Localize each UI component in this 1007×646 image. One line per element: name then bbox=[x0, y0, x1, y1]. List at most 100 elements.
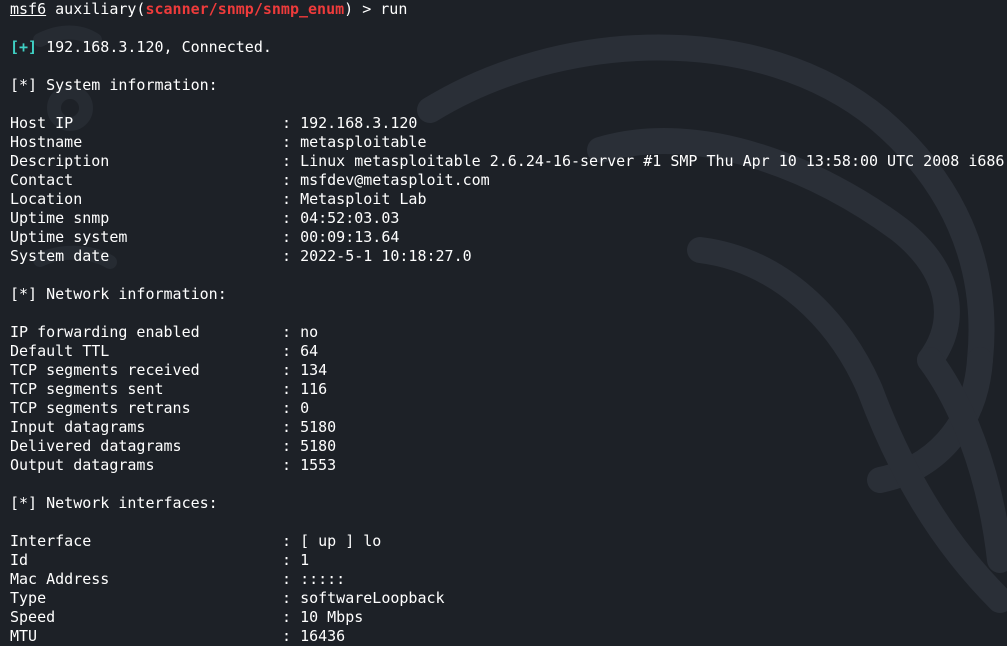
info-value: 04:52:03.03 bbox=[300, 209, 400, 227]
info-row: Default TTL: 64 bbox=[10, 342, 1004, 361]
info-key: MTU bbox=[10, 627, 38, 645]
info-key: Speed bbox=[10, 608, 56, 626]
info-key: Interface bbox=[10, 532, 92, 550]
info-separator: : bbox=[282, 399, 301, 417]
command-prompt: msf6 auxiliary(scanner/snmp/snmp_enum) >… bbox=[10, 0, 1004, 19]
info-key: Mac Address bbox=[10, 570, 110, 588]
info-separator: : bbox=[282, 342, 301, 360]
connected-line: [+] 192.168.3.120, Connected. bbox=[10, 38, 1004, 57]
info-value: no bbox=[300, 323, 319, 341]
info-key: Contact bbox=[10, 171, 74, 189]
info-value: 00:09:13.64 bbox=[300, 228, 400, 246]
prompt-command: run bbox=[380, 0, 408, 18]
info-value: msfdev@metasploit.com bbox=[300, 171, 490, 189]
info-key: IP forwarding enabled bbox=[10, 323, 200, 341]
info-row: Contact: msfdev@metasploit.com bbox=[10, 171, 1004, 190]
info-separator: : bbox=[282, 133, 301, 151]
info-value: metasploitable bbox=[300, 133, 427, 151]
terminal-output: msf6 auxiliary(scanner/snmp/snmp_enum) >… bbox=[10, 0, 1004, 646]
info-separator: : bbox=[282, 437, 301, 455]
info-key: Id bbox=[10, 551, 29, 569]
info-value: 10 Mbps bbox=[300, 608, 364, 626]
info-value: 64 bbox=[300, 342, 319, 360]
info-row: TCP segments retrans: 0 bbox=[10, 399, 1004, 418]
info-row: System date: 2022-5-1 10:18:27.0 bbox=[10, 247, 1004, 266]
info-row: Type: softwareLoopback bbox=[10, 589, 1004, 608]
info-key: TCP segments sent bbox=[10, 380, 164, 398]
connected-text: 192.168.3.120, Connected. bbox=[37, 38, 272, 56]
info-key: Description bbox=[10, 152, 110, 170]
info-separator: : bbox=[282, 380, 301, 398]
info-value: 1 bbox=[300, 551, 310, 569]
info-value: Metasploit Lab bbox=[300, 190, 427, 208]
info-separator: : bbox=[282, 323, 301, 341]
info-value: 16436 bbox=[300, 627, 346, 645]
info-separator: : bbox=[282, 190, 301, 208]
info-separator: : bbox=[282, 361, 301, 379]
prompt-suffix: ) > bbox=[344, 0, 381, 18]
prompt-user: msf6 bbox=[10, 0, 47, 18]
info-row: TCP segments sent: 116 bbox=[10, 380, 1004, 399]
info-row: Id: 1 bbox=[10, 551, 1004, 570]
info-separator: : bbox=[282, 570, 301, 588]
info-key: Input datagrams bbox=[10, 418, 146, 436]
section-heading-network: [*] Network information: bbox=[10, 285, 227, 303]
info-value: 1553 bbox=[300, 456, 337, 474]
info-key: Delivered datagrams bbox=[10, 437, 182, 455]
info-row: Speed: 10 Mbps bbox=[10, 608, 1004, 627]
info-separator: : bbox=[282, 171, 301, 189]
info-key: Default TTL bbox=[10, 342, 110, 360]
info-row: Mac Address: ::::: bbox=[10, 570, 1004, 589]
info-row: Delivered datagrams: 5180 bbox=[10, 437, 1004, 456]
info-value: 116 bbox=[300, 380, 328, 398]
info-key: Uptime system bbox=[10, 228, 128, 246]
info-separator: : bbox=[282, 627, 301, 645]
info-key: System date bbox=[10, 247, 110, 265]
info-row: MTU: 16436 bbox=[10, 627, 1004, 646]
info-separator: : bbox=[282, 418, 301, 436]
info-value: ::::: bbox=[300, 570, 346, 588]
info-value: 5180 bbox=[300, 418, 337, 436]
info-separator: : bbox=[282, 608, 301, 626]
prompt-prefix: auxiliary( bbox=[46, 0, 146, 18]
info-row: Interface: [ up ] lo bbox=[10, 532, 1004, 551]
info-separator: : bbox=[282, 114, 301, 132]
info-key: Host IP bbox=[10, 114, 74, 132]
info-row: Uptime snmp: 04:52:03.03 bbox=[10, 209, 1004, 228]
info-separator: : bbox=[282, 152, 301, 170]
info-row: Input datagrams: 5180 bbox=[10, 418, 1004, 437]
prompt-module: scanner/snmp/snmp_enum bbox=[145, 0, 345, 18]
info-value: 2022-5-1 10:18:27.0 bbox=[300, 247, 472, 265]
info-separator: : bbox=[282, 551, 301, 569]
section-heading-interfaces: [*] Network interfaces: bbox=[10, 494, 218, 512]
info-row: Location: Metasploit Lab bbox=[10, 190, 1004, 209]
info-row: Output datagrams: 1553 bbox=[10, 456, 1004, 475]
info-separator: : bbox=[282, 532, 301, 550]
info-value: 5180 bbox=[300, 437, 337, 455]
info-separator: : bbox=[282, 456, 301, 474]
info-value: 192.168.3.120 bbox=[300, 114, 418, 132]
info-value: 134 bbox=[300, 361, 328, 379]
info-row: Host IP: 192.168.3.120 bbox=[10, 114, 1004, 133]
info-value: softwareLoopback bbox=[300, 589, 445, 607]
info-key: Location bbox=[10, 190, 83, 208]
info-key: Hostname bbox=[10, 133, 83, 151]
info-key: Output datagrams bbox=[10, 456, 155, 474]
info-row: TCP segments received: 134 bbox=[10, 361, 1004, 380]
section-heading-system: [*] System information: bbox=[10, 76, 218, 94]
info-separator: : bbox=[282, 589, 301, 607]
status-plus-tag: [+] bbox=[10, 38, 38, 56]
info-row: IP forwarding enabled: no bbox=[10, 323, 1004, 342]
info-separator: : bbox=[282, 228, 301, 246]
info-value: [ up ] lo bbox=[300, 532, 382, 550]
info-row: Uptime system: 00:09:13.64 bbox=[10, 228, 1004, 247]
info-key: Uptime snmp bbox=[10, 209, 110, 227]
info-row: Description: Linux metasploitable 2.6.24… bbox=[10, 152, 1004, 171]
